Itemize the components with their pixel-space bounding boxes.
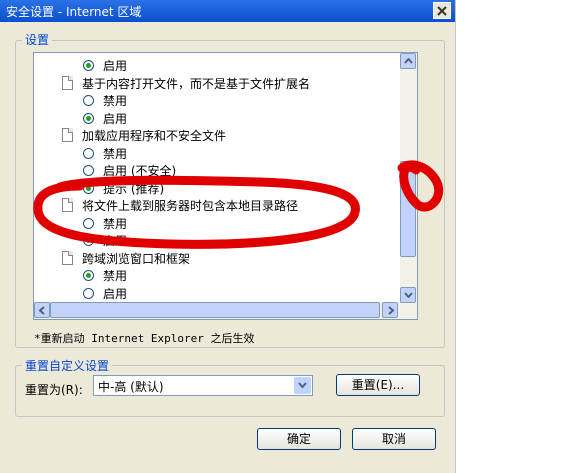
radio-option-label: 禁用 — [103, 94, 128, 108]
scroll-thumb[interactable] — [400, 161, 416, 257]
security-settings-dialog: 安全设置 - Internet 区域 设置 提示启用禁用跨域浏览窗口和框架启用禁… — [0, 0, 456, 473]
document-icon — [62, 198, 73, 212]
chevron-up-icon — [404, 58, 413, 64]
reset-to-label: 重置为(R): — [25, 383, 83, 397]
radio-option-label: 启用 (不安全) — [103, 164, 177, 178]
chevron-down-icon — [298, 382, 307, 388]
scroll-left-button[interactable] — [34, 302, 50, 318]
vertical-scrollbar[interactable] — [400, 53, 417, 319]
cancel-button[interactable]: 取消 — [352, 428, 436, 450]
scroll-right-button[interactable] — [382, 302, 398, 318]
setting-header-label: 跨域浏览窗口和框架 — [82, 251, 191, 266]
scroll-up-button[interactable] — [400, 53, 416, 69]
chevron-right-icon — [388, 306, 394, 315]
close-button[interactable] — [433, 2, 451, 19]
title-bar: 安全设置 - Internet 区域 — [0, 0, 455, 22]
hscroll-thumb[interactable] — [50, 302, 380, 318]
radio-option-label: 启用 — [103, 111, 128, 126]
close-icon — [437, 6, 447, 16]
setting-header-label: 基于内容打开文件，而不是基于文件扩展名 — [82, 76, 311, 91]
settings-group-label: 设置 — [22, 31, 53, 48]
setting-header-label: 将文件上载到服务器时包含本地目录路径 — [82, 199, 299, 213]
radio-option-label: 启用 — [103, 286, 128, 301]
radio-button[interactable] — [83, 270, 94, 281]
radio-button[interactable] — [83, 287, 94, 299]
radio-button[interactable] — [83, 60, 94, 71]
reset-group-label: 重置自定义设置 — [22, 357, 113, 374]
radio-option-label: 禁用 — [103, 146, 128, 161]
dropdown-button[interactable] — [294, 377, 311, 394]
radio-button[interactable] — [83, 217, 94, 229]
reset-level-select[interactable]: 中-高 (默认) — [93, 375, 313, 396]
document-icon — [62, 75, 73, 90]
radio-option-label: 提示 (推荐) — [103, 181, 165, 196]
ok-button[interactable]: 确定 — [257, 428, 341, 450]
radio-option-label: 启用 — [103, 234, 128, 248]
radio-option-label: 启用 — [103, 59, 128, 73]
radio-option-label: 禁用 — [103, 269, 128, 283]
radio-button[interactable] — [83, 235, 94, 246]
horizontal-scrollbar[interactable] — [34, 302, 400, 319]
document-icon — [62, 128, 73, 142]
radio-option-label: 禁用 — [103, 216, 128, 231]
window-title: 安全设置 - Internet 区域 — [6, 5, 142, 19]
reset-level-value: 中-高 (默认) — [98, 380, 164, 394]
document-icon — [62, 250, 73, 265]
settings-list[interactable]: 提示启用禁用跨域浏览窗口和框架启用禁用将文件上载到服务器时包含本地目录路径提示 … — [33, 52, 418, 320]
radio-button[interactable] — [83, 95, 94, 106]
radio-button[interactable] — [83, 182, 94, 194]
chevron-left-icon — [39, 306, 45, 315]
scroll-down-button[interactable] — [400, 287, 416, 303]
radio-button[interactable] — [83, 165, 94, 176]
radio-button[interactable] — [83, 147, 94, 159]
setting-header-label: 加载应用程序和不安全文件 — [82, 129, 227, 143]
reset-button[interactable]: 重置(E)... — [336, 374, 420, 396]
chevron-down-icon — [404, 292, 413, 298]
restart-note: *重新启动 Internet Explorer 之后生效 — [34, 332, 255, 345]
radio-button[interactable] — [83, 112, 94, 124]
